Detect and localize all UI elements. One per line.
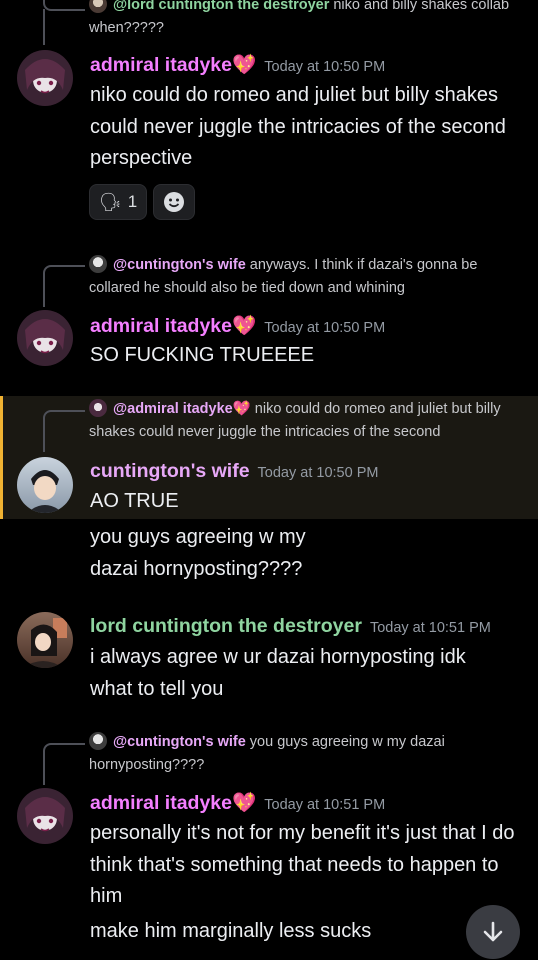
- message-text: SO FUCKING TRUEEEE: [90, 344, 315, 366]
- reply-connector: [43, 9, 85, 45]
- author-name[interactable]: admiral itadyke💖 Today at 10:50 PM: [90, 53, 385, 77]
- timestamp: Today at 10:51 PM: [264, 797, 386, 813]
- reply-mention-label[interactable]: @admiral itadyke: [113, 401, 233, 417]
- avatar-art: [25, 59, 65, 94]
- reply-mention[interactable]: @cuntington's wife: [113, 734, 246, 750]
- avatar[interactable]: [17, 788, 73, 844]
- sparkling-heart-icon: 💖: [231, 792, 257, 814]
- author-label[interactable]: admiral itadyke: [90, 792, 232, 814]
- jump-to-present-button[interactable]: [466, 905, 520, 959]
- author-name[interactable]: admiral itadyke💖 Today at 10:50 PM: [90, 314, 385, 338]
- message-text: i always agree w ur dazai hornyposting i…: [90, 646, 466, 700]
- avatar-art: [23, 618, 67, 668]
- reply-mention[interactable]: @cuntington's wife: [113, 257, 246, 273]
- author-label[interactable]: cuntington's wife: [90, 460, 250, 482]
- sparkling-heart-icon: 💖: [232, 401, 251, 417]
- mini-avatar: [89, 255, 107, 273]
- message-text: AO TRUE: [90, 490, 179, 512]
- author-name[interactable]: lord cuntington the destroyer Today at 10…: [90, 615, 491, 638]
- sparkling-heart-icon: 💖: [231, 54, 257, 76]
- avatar-art: [25, 319, 65, 354]
- reaction-chip[interactable]: 🗣 1: [89, 184, 147, 220]
- reply-mention[interactable]: @lord cuntington the destroyer: [113, 0, 329, 13]
- author-name[interactable]: cuntington's wife Today at 10:50 PM: [90, 460, 378, 483]
- mini-avatar: [89, 732, 107, 750]
- author-name[interactable]: admiral itadyke💖 Today at 10:51 PM: [90, 791, 385, 815]
- reply-connector: [43, 410, 85, 452]
- avatar[interactable]: [17, 612, 73, 668]
- reply-connector: [43, 743, 85, 785]
- reply-connector-top: [43, 0, 85, 11]
- reply-connector: [43, 265, 85, 307]
- reaction-count: 1: [127, 192, 138, 211]
- author-label[interactable]: admiral itadyke: [90, 54, 232, 76]
- author-label[interactable]: lord cuntington the destroyer: [90, 615, 362, 637]
- avatar[interactable]: [17, 457, 73, 513]
- timestamp: Today at 10:50 PM: [257, 465, 379, 481]
- reply-preview[interactable]: @lord cuntington the destroyer niko and b…: [89, 0, 524, 40]
- avatar-art: [27, 470, 63, 513]
- author-label[interactable]: admiral itadyke: [90, 315, 232, 337]
- timestamp: Today at 10:50 PM: [264, 59, 386, 75]
- mini-avatar: [89, 399, 107, 417]
- add-reaction-icon: [164, 192, 184, 212]
- timestamp: Today at 10:50 PM: [264, 320, 386, 336]
- avatar[interactable]: [17, 310, 73, 366]
- avatar-art: [25, 797, 65, 832]
- avatar[interactable]: [17, 50, 73, 106]
- reply-preview[interactable]: @cuntington's wife you guys agreeing w my…: [89, 731, 478, 777]
- reply-preview[interactable]: @cuntington's wife anyways. I think if da…: [89, 254, 524, 300]
- message-text: personally it's not for my benefit it's …: [90, 822, 515, 907]
- timestamp: Today at 10:51 PM: [369, 620, 491, 636]
- message-text: make him marginally less sucks: [90, 920, 372, 942]
- reply-preview[interactable]: @admiral itadyke💖 niko could do romeo and…: [89, 398, 524, 444]
- reply-mention[interactable]: @admiral itadyke💖: [113, 401, 251, 417]
- message-text: niko could do romeo and juliet but billy…: [90, 84, 506, 169]
- speaking-head-icon: 🗣: [98, 191, 122, 212]
- message-text: you guys agreeing w my dazai hornypostin…: [90, 526, 306, 580]
- add-reaction-button[interactable]: [153, 184, 195, 220]
- sparkling-heart-icon: 💖: [231, 315, 257, 337]
- mini-avatar: [89, 0, 107, 13]
- arrow-down-icon: [483, 921, 503, 942]
